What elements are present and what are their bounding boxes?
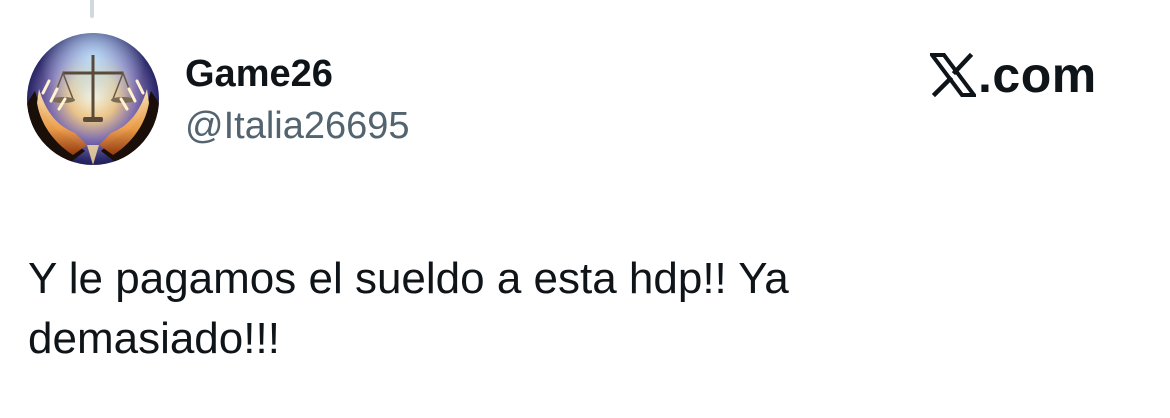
avatar[interactable] bbox=[27, 33, 159, 165]
brand-domain-text: .com bbox=[978, 47, 1097, 103]
x-brand-link[interactable]: .com bbox=[930, 48, 1097, 102]
thread-connector-line bbox=[90, 0, 94, 18]
tweet-text: Y le pagamos el sueldo a esta hdp!! Ya d… bbox=[28, 254, 789, 363]
author-handle[interactable]: @Italia26695 bbox=[185, 104, 410, 148]
author-display-name[interactable]: Game26 bbox=[185, 52, 333, 96]
x-logo-icon bbox=[930, 53, 976, 97]
hands-holding-scales-icon bbox=[27, 33, 159, 165]
